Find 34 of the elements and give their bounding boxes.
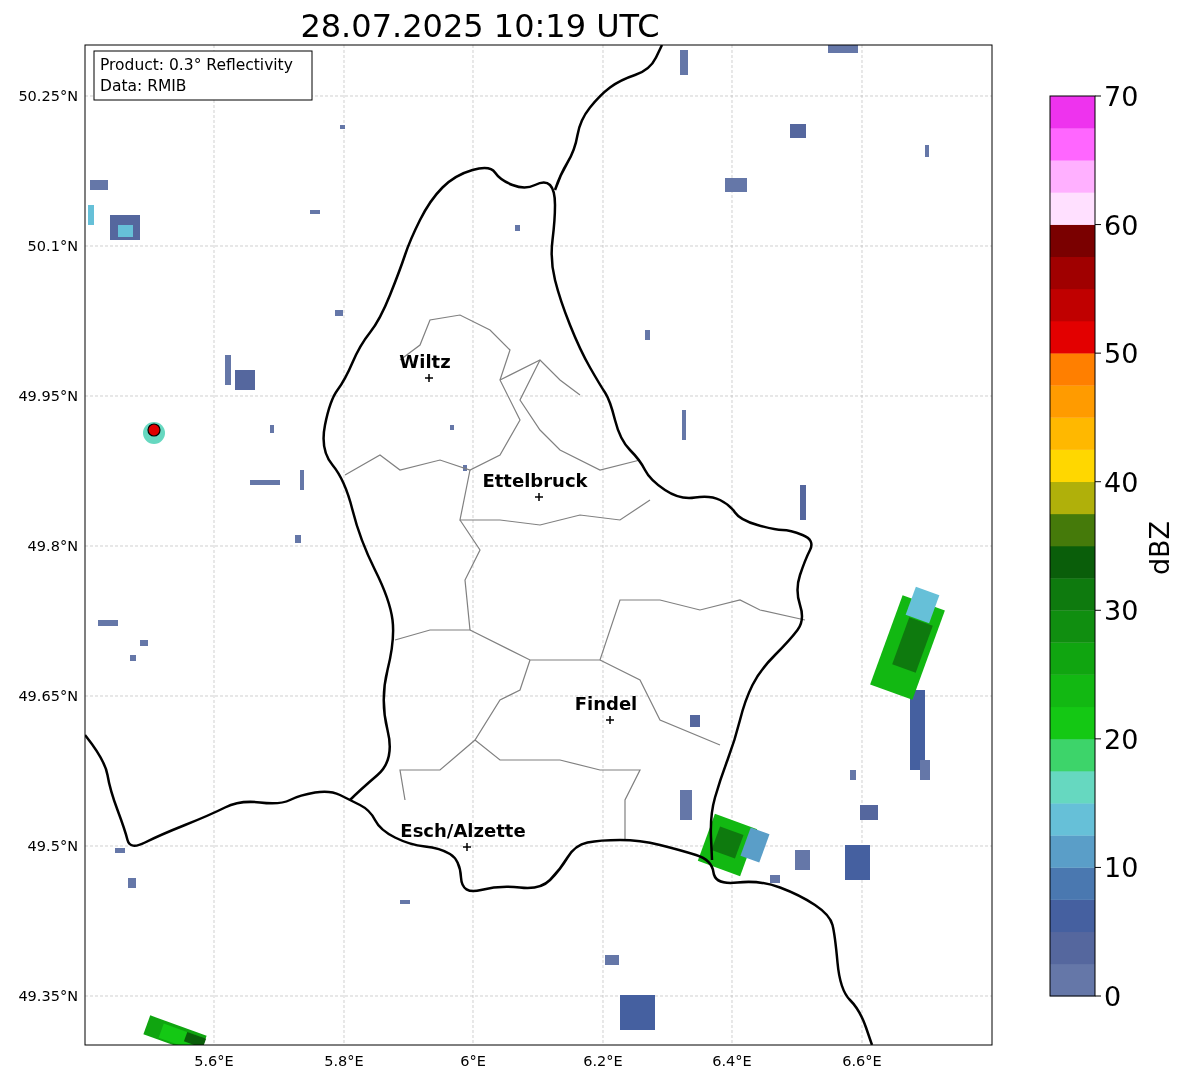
city-label: Ettelbruck [482, 470, 588, 491]
city-label: Wiltz [399, 351, 451, 372]
latitude-label: 49.5°N [27, 838, 78, 854]
colorbar-tick-label: 30 [1104, 595, 1139, 627]
city-marker-icon [605, 715, 615, 725]
colorbar-tick-label: 20 [1104, 723, 1139, 755]
info-text: Data: RMIB [100, 77, 187, 95]
longitude-label: 6.6°E [842, 1053, 882, 1069]
latitude-label: 49.65°N [18, 688, 78, 704]
latitude-label: 49.8°N [27, 538, 78, 554]
info-text: Product: 0.3° Reflectivity [100, 56, 293, 74]
colorbar-tick-label: 50 [1104, 338, 1139, 370]
colorbar-tick-label: 10 [1104, 852, 1139, 884]
longitude-label: 5.8°E [324, 1053, 364, 1069]
longitude-label: 6°E [460, 1053, 486, 1069]
colorbar-tick-label: 40 [1104, 466, 1139, 498]
radar-site-marker [147, 423, 161, 437]
longitude-label: 5.6°E [194, 1053, 234, 1069]
colorbar-label: dBZ [1144, 520, 1175, 576]
colorbar-tick-label: 0 [1104, 981, 1122, 1012]
longitude-label: 6.4°E [712, 1053, 752, 1069]
city-label: Esch/Alzette [400, 820, 526, 841]
city-marker-icon [534, 492, 544, 502]
latitude-label: 49.35°N [18, 988, 78, 1004]
latitude-label: 50.1°N [27, 238, 78, 254]
city-label: Findel [574, 693, 638, 714]
latitude-label: 49.95°N [18, 388, 78, 404]
latitude-label: 50.25°N [18, 88, 78, 104]
city-marker-icon [462, 842, 472, 852]
colorbar-tick-label: 70 [1104, 81, 1139, 112]
colorbar-tick-label: 60 [1104, 209, 1139, 241]
longitude-label: 6.2°E [583, 1053, 623, 1069]
chart-title: 28.07.2025 10:19 UTC [300, 7, 660, 45]
city-marker-icon [424, 373, 434, 383]
